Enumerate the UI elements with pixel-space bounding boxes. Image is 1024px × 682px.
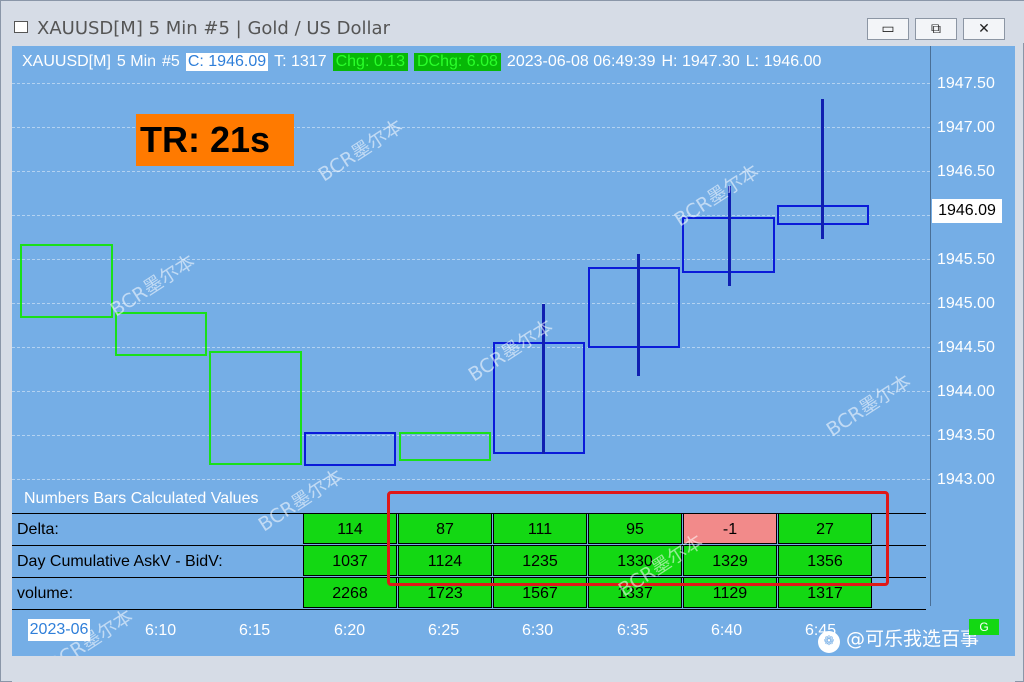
title-bar[interactable]: XAUUSD[M] 5 Min #5 | Gold / US Dollar ▭ … <box>1 1 1024 43</box>
volume-cell: 2268 <box>303 577 397 608</box>
price-tick-label: 1945.50 <box>937 251 995 268</box>
high-label: H: 1947.30 <box>661 53 740 70</box>
brand-icon: ❁ <box>818 631 840 653</box>
change-label: Chg: 0.13 <box>332 53 408 71</box>
day-change-label: DChg: 6.08 <box>413 53 501 71</box>
price-tick-label: 1945.00 <box>937 295 995 312</box>
bar-range-line <box>821 99 824 239</box>
chart-header: XAUUSD[M] 5 Min #5 C: 1946.09 T: 1317 Ch… <box>22 51 821 73</box>
low-label: L: 1946.00 <box>745 53 822 70</box>
brand-text: @可乐我选百事 <box>846 628 980 650</box>
restore-button[interactable]: ⧉ <box>915 18 957 40</box>
slot-label: #5 <box>162 53 180 70</box>
status-bar: G <box>12 619 1015 682</box>
datetime-label: 2023-06-08 06:49:39 <box>506 53 656 70</box>
price-tick-label: 1947.50 <box>937 75 995 92</box>
symbol-label: XAUUSD[M] <box>22 53 111 70</box>
status-badge: G <box>969 619 999 635</box>
minimize-button[interactable]: ▭ <box>867 18 909 40</box>
row-label-volume: volume: <box>17 585 74 602</box>
price-tick-label: 1947.00 <box>937 119 995 136</box>
grid-line <box>12 259 930 260</box>
close-button[interactable]: ✕ <box>963 18 1005 40</box>
app-icon <box>14 21 28 33</box>
grid-line <box>12 479 930 480</box>
row-label-cumulative: Day Cumulative AskV - BidV: <box>17 553 223 570</box>
watermark: BCR墨尔本 <box>822 370 916 442</box>
time-tick-label: 6:10 <box>145 622 177 639</box>
price-tick-label: 1944.00 <box>937 383 995 400</box>
price-tick-label: 1946.50 <box>937 163 995 180</box>
time-tick-label: 6:30 <box>522 622 554 639</box>
watermark: BCR墨尔本 <box>314 115 408 187</box>
brand-label: ❁ @可乐我选百事 <box>818 624 979 653</box>
number-bar-box[interactable] <box>20 244 113 318</box>
interval-label: 5 Min <box>116 53 157 70</box>
tick-count-label: T: 1317 <box>274 53 327 70</box>
number-bar-box[interactable] <box>209 351 302 465</box>
number-bar-box[interactable] <box>588 267 680 348</box>
grid-line <box>12 171 930 172</box>
price-tick-label: 1943.00 <box>937 471 995 488</box>
current-price-marker: 1946.09 <box>932 199 1002 223</box>
number-bar-box[interactable] <box>304 432 396 466</box>
panel-title: Numbers Bars Calculated Values <box>24 490 259 507</box>
window-title: XAUUSD[M] 5 Min #5 | Gold / US Dollar <box>37 18 390 39</box>
row-divider <box>12 609 926 610</box>
time-tick-label: 6:15 <box>239 622 271 639</box>
price-tick-label: 1944.50 <box>937 339 995 356</box>
close-price-label: C: 1946.09 <box>185 53 269 71</box>
time-tick-label: 6:25 <box>428 622 460 639</box>
number-bar-box[interactable] <box>115 312 207 356</box>
row-label-delta: Delta: <box>17 521 59 538</box>
chart-area[interactable]: XAUUSD[M] 5 Min #5 C: 1946.09 T: 1317 Ch… <box>12 46 1015 656</box>
grid-line <box>12 83 930 84</box>
chart-window: XAUUSD[M] 5 Min #5 | Gold / US Dollar ▭ … <box>0 0 1024 682</box>
delta-cell: 114 <box>303 513 397 544</box>
grid-line <box>12 303 930 304</box>
bar-range-line <box>637 254 640 376</box>
grid-line <box>12 391 930 392</box>
cumulative-cell: 1037 <box>303 545 397 576</box>
time-remaining-badge: TR: 21s <box>136 114 294 166</box>
price-tick-label: 1943.50 <box>937 427 995 444</box>
time-tick-label: 6:40 <box>711 622 743 639</box>
number-bar-box[interactable] <box>399 432 491 461</box>
time-tick-label: 6:35 <box>617 622 649 639</box>
time-tick-label: 6:20 <box>334 622 366 639</box>
